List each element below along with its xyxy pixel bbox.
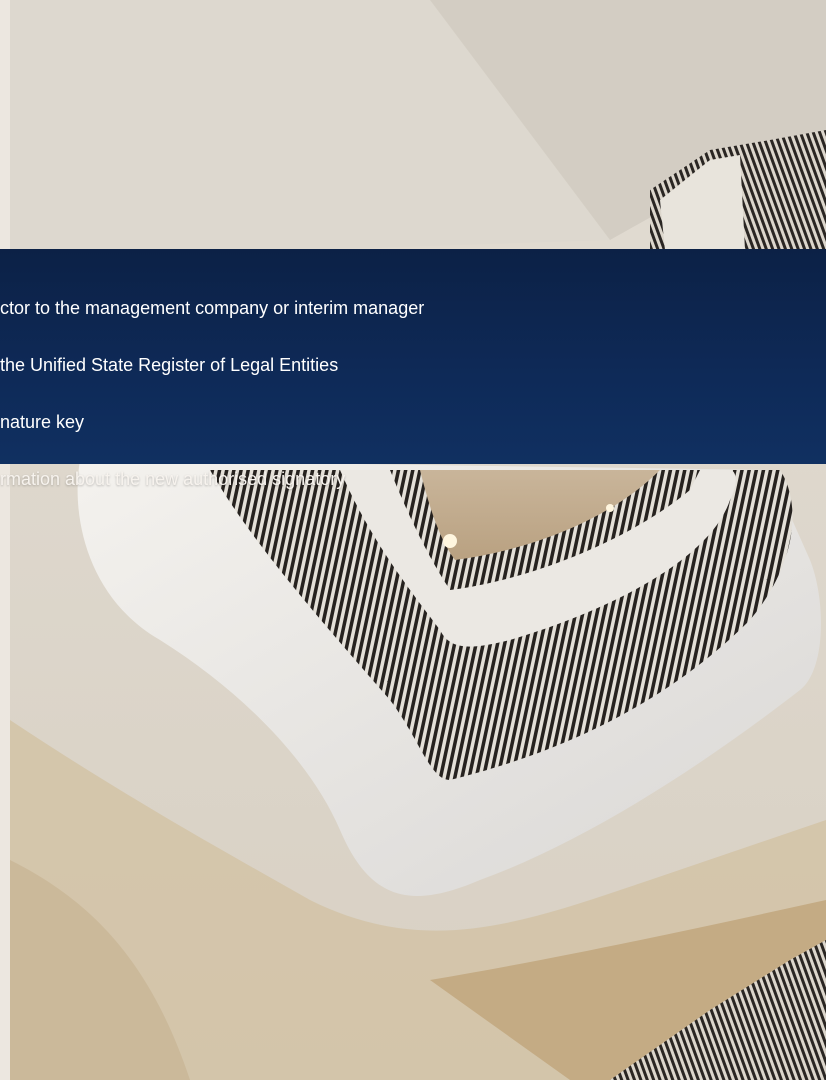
page: ctor to the management company or interi…	[0, 0, 826, 1080]
step-item-3: nature key	[0, 412, 85, 432]
step-item-1: ctor to the management company or interi…	[0, 298, 425, 318]
steps-list: ctor to the management company or interi…	[0, 0, 826, 1080]
step-item-4: rmation about the new authorised signato…	[0, 469, 346, 489]
step-item-2: the Unified State Register of Legal Enti…	[0, 355, 339, 375]
